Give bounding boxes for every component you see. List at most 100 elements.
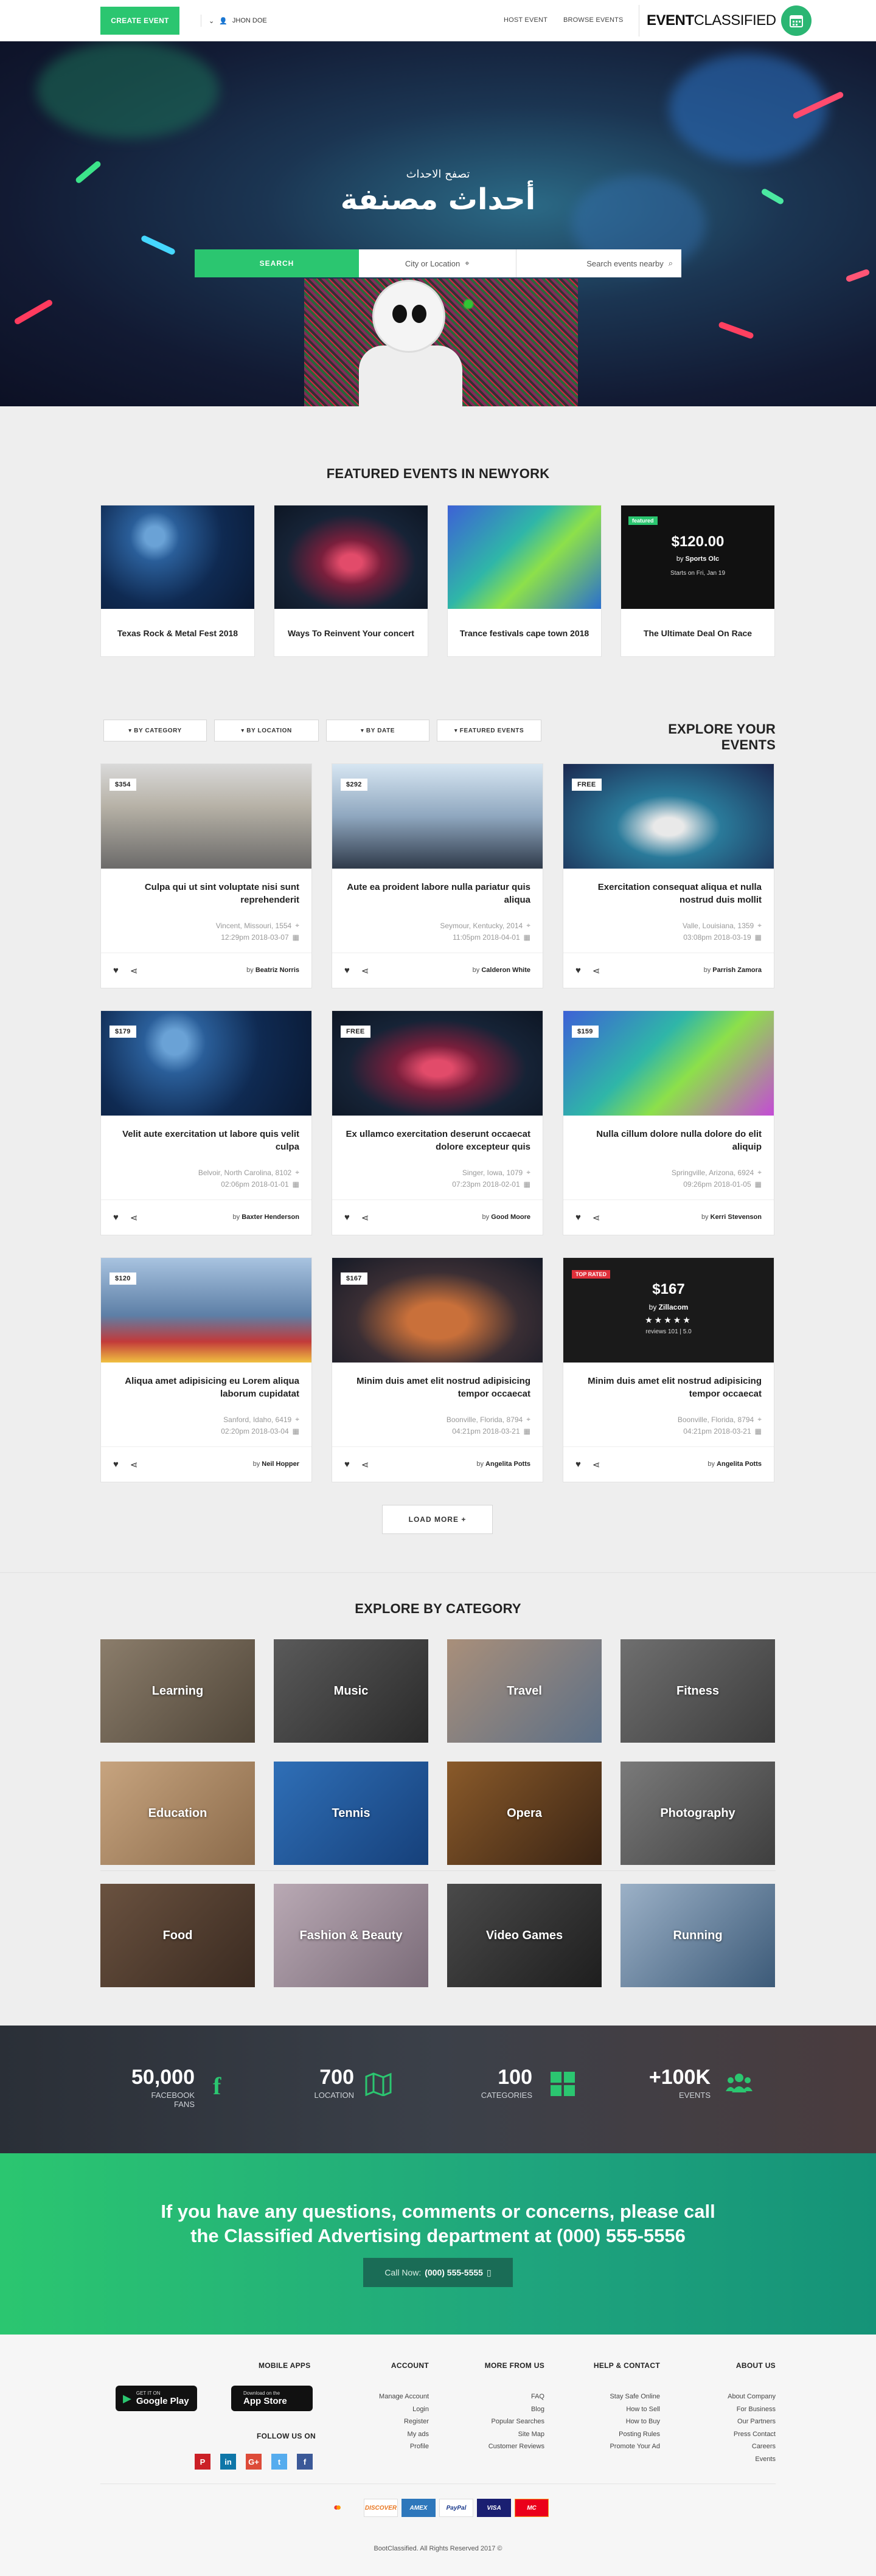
nav-browse-events[interactable]: BROWSE EVENTS (563, 16, 624, 24)
share-icon[interactable]: ⋖ (361, 1212, 369, 1223)
category-tile-tennis[interactable]: Tennis (274, 1762, 428, 1865)
location-input[interactable]: City or Location ⌖ (359, 249, 516, 277)
share-icon[interactable]: ⋖ (593, 965, 600, 976)
featured-card[interactable]: Ways To Reinvent Your concert (274, 505, 428, 657)
event-card[interactable]: FREE Ex ullamco exercitation deserunt oc… (332, 1010, 543, 1235)
heart-icon[interactable]: ♥ (575, 965, 581, 976)
event-organizer[interactable]: by Calderon White (473, 967, 530, 974)
call-now-button[interactable]: Call Now: (000) 555-5555 ▯ (363, 2258, 513, 2287)
heart-icon[interactable]: ♥ (575, 1212, 581, 1223)
featured-card[interactable]: Trance festivals cape town 2018 (447, 505, 602, 657)
event-title[interactable]: Exercitation consequat aliqua et nulla n… (575, 881, 762, 906)
heart-icon[interactable]: ♥ (344, 1459, 350, 1470)
event-card[interactable]: $120 Aliqua amet adipisicing eu Lorem al… (100, 1257, 312, 1482)
share-icon[interactable]: ⋖ (130, 1459, 138, 1470)
footer-link[interactable]: Stay Safe Online (563, 2390, 660, 2403)
search-button[interactable]: SEARCH (195, 249, 359, 277)
nav-host-event[interactable]: HOST EVENT (504, 16, 548, 24)
footer-link[interactable]: How to Buy (563, 2415, 660, 2428)
event-title[interactable]: Minim duis amet elit nostrud adipisicing… (344, 1375, 530, 1400)
event-card[interactable]: $159 Nulla cillum dolore nulla dolore do… (563, 1010, 774, 1235)
share-icon[interactable]: ⋖ (593, 1459, 600, 1470)
share-icon[interactable]: ⋖ (593, 1212, 600, 1223)
footer-link[interactable]: For Business (678, 2403, 776, 2416)
footer-link[interactable]: Manage Account (332, 2390, 429, 2403)
featured-card[interactable]: featured $120.00 by Sports Olc Starts on… (620, 505, 775, 657)
facebook-icon[interactable]: f (297, 2454, 313, 2470)
share-icon[interactable]: ⋖ (130, 965, 138, 976)
footer-link[interactable]: FAQ (447, 2390, 544, 2403)
google-play-button[interactable]: ▶ GET IT ON Google Play (116, 2386, 197, 2411)
footer-link[interactable]: Popular Searches (447, 2415, 544, 2428)
category-tile-fitness[interactable]: Fitness (620, 1639, 775, 1743)
category-tile-video-games[interactable]: Video Games (447, 1884, 602, 1987)
heart-icon[interactable]: ♥ (344, 1212, 350, 1223)
heart-icon[interactable]: ♥ (575, 1459, 581, 1470)
event-organizer[interactable]: by Angelita Potts (476, 1460, 530, 1468)
category-tile-education[interactable]: Education (100, 1762, 255, 1865)
twitter-icon[interactable]: t (271, 2454, 287, 2470)
event-search-input[interactable]: Search events nearby ⌕ (516, 249, 682, 277)
event-organizer[interactable]: by Neil Hopper (253, 1460, 299, 1468)
site-logo[interactable]: EVENT CLASSIFIED (639, 5, 812, 36)
footer-link[interactable]: Customer Reviews (447, 2440, 544, 2453)
category-tile-fashion-beauty[interactable]: Fashion & Beauty (274, 1884, 428, 1987)
app-store-button[interactable]: Download on the App Store (231, 2386, 313, 2411)
footer-link[interactable]: Profile (332, 2440, 429, 2453)
event-title[interactable]: Aute ea proident labore nulla pariatur q… (344, 881, 530, 906)
event-title[interactable]: Culpa qui ut sint voluptate nisi sunt re… (113, 881, 299, 906)
footer-link[interactable]: Press Contact (678, 2428, 776, 2441)
category-tile-travel[interactable]: Travel (447, 1639, 602, 1743)
linkedin-icon[interactable]: in (220, 2454, 236, 2470)
event-organizer[interactable]: by Good Moore (482, 1213, 530, 1221)
footer-link[interactable]: Login (332, 2403, 429, 2416)
category-tile-photography[interactable]: Photography (620, 1762, 775, 1865)
filter-featured-events[interactable]: ▾ FEATURED EVENTS (437, 720, 541, 741)
footer-link[interactable]: Posting Rules (563, 2428, 660, 2441)
heart-icon[interactable]: ♥ (113, 1459, 119, 1470)
event-organizer[interactable]: by Baxter Henderson (233, 1213, 299, 1221)
event-title[interactable]: Aliqua amet adipisicing eu Lorem aliqua … (113, 1375, 299, 1400)
event-card[interactable]: FREE Exercitation consequat aliqua et nu… (563, 763, 774, 988)
category-tile-music[interactable]: Music (274, 1639, 428, 1743)
heart-icon[interactable]: ♥ (113, 1212, 119, 1223)
event-organizer[interactable]: by Angelita Potts (707, 1460, 762, 1468)
filter-by-category[interactable]: ▾ BY CATEGORY (103, 720, 207, 741)
event-title[interactable]: Nulla cillum dolore nulla dolore do elit… (575, 1128, 762, 1153)
category-tile-opera[interactable]: Opera (447, 1762, 602, 1865)
footer-link[interactable]: About Company (678, 2390, 776, 2403)
footer-link[interactable]: My ads (332, 2428, 429, 2441)
event-title[interactable]: Minim duis amet elit nostrud adipisicing… (575, 1375, 762, 1400)
event-organizer[interactable]: by Parrish Zamora (704, 967, 762, 974)
footer-link[interactable]: Site Map (447, 2428, 544, 2441)
footer-link[interactable]: Events (678, 2453, 776, 2466)
create-event-button[interactable]: CREATE EVENT (100, 7, 179, 35)
footer-link[interactable]: Register (332, 2415, 429, 2428)
event-card[interactable]: TOP RATED $167 by Zillacom ★★★★★ reviews… (563, 1257, 774, 1482)
category-tile-running[interactable]: Running (620, 1884, 775, 1987)
heart-icon[interactable]: ♥ (344, 965, 350, 976)
event-title[interactable]: Velit aute exercitation ut labore quis v… (113, 1128, 299, 1153)
filter-by-date[interactable]: ▾ BY DATE (326, 720, 429, 741)
share-icon[interactable]: ⋖ (361, 1459, 369, 1470)
category-tile-learning[interactable]: Learning (100, 1639, 255, 1743)
event-card[interactable]: $167 Minim duis amet elit nostrud adipis… (332, 1257, 543, 1482)
event-title[interactable]: Ex ullamco exercitation deserunt occaeca… (344, 1128, 530, 1153)
event-card[interactable]: $292 Aute ea proident labore nulla paria… (332, 763, 543, 988)
featured-card[interactable]: Texas Rock & Metal Fest 2018 (100, 505, 255, 657)
footer-link[interactable]: Promote Your Ad (563, 2440, 660, 2453)
share-icon[interactable]: ⋖ (361, 965, 369, 976)
user-menu[interactable]: ⌄ 👤 JHON DOE (201, 15, 267, 27)
event-organizer[interactable]: by Kerri Stevenson (701, 1213, 762, 1221)
footer-link[interactable]: Our Partners (678, 2415, 776, 2428)
load-more-button[interactable]: LOAD MORE + (382, 1505, 493, 1534)
event-card[interactable]: $354 Culpa qui ut sint voluptate nisi su… (100, 763, 312, 988)
category-tile-food[interactable]: Food (100, 1884, 255, 1987)
footer-link[interactable]: Careers (678, 2440, 776, 2453)
event-card[interactable]: $179 Velit aute exercitation ut labore q… (100, 1010, 312, 1235)
google-plus-icon[interactable]: G+ (246, 2454, 262, 2470)
filter-by-location[interactable]: ▾ BY LOCATION (214, 720, 319, 741)
event-organizer[interactable]: by Beatriz Norris (246, 967, 299, 974)
heart-icon[interactable]: ♥ (113, 965, 119, 976)
pinterest-icon[interactable]: P (195, 2454, 210, 2470)
